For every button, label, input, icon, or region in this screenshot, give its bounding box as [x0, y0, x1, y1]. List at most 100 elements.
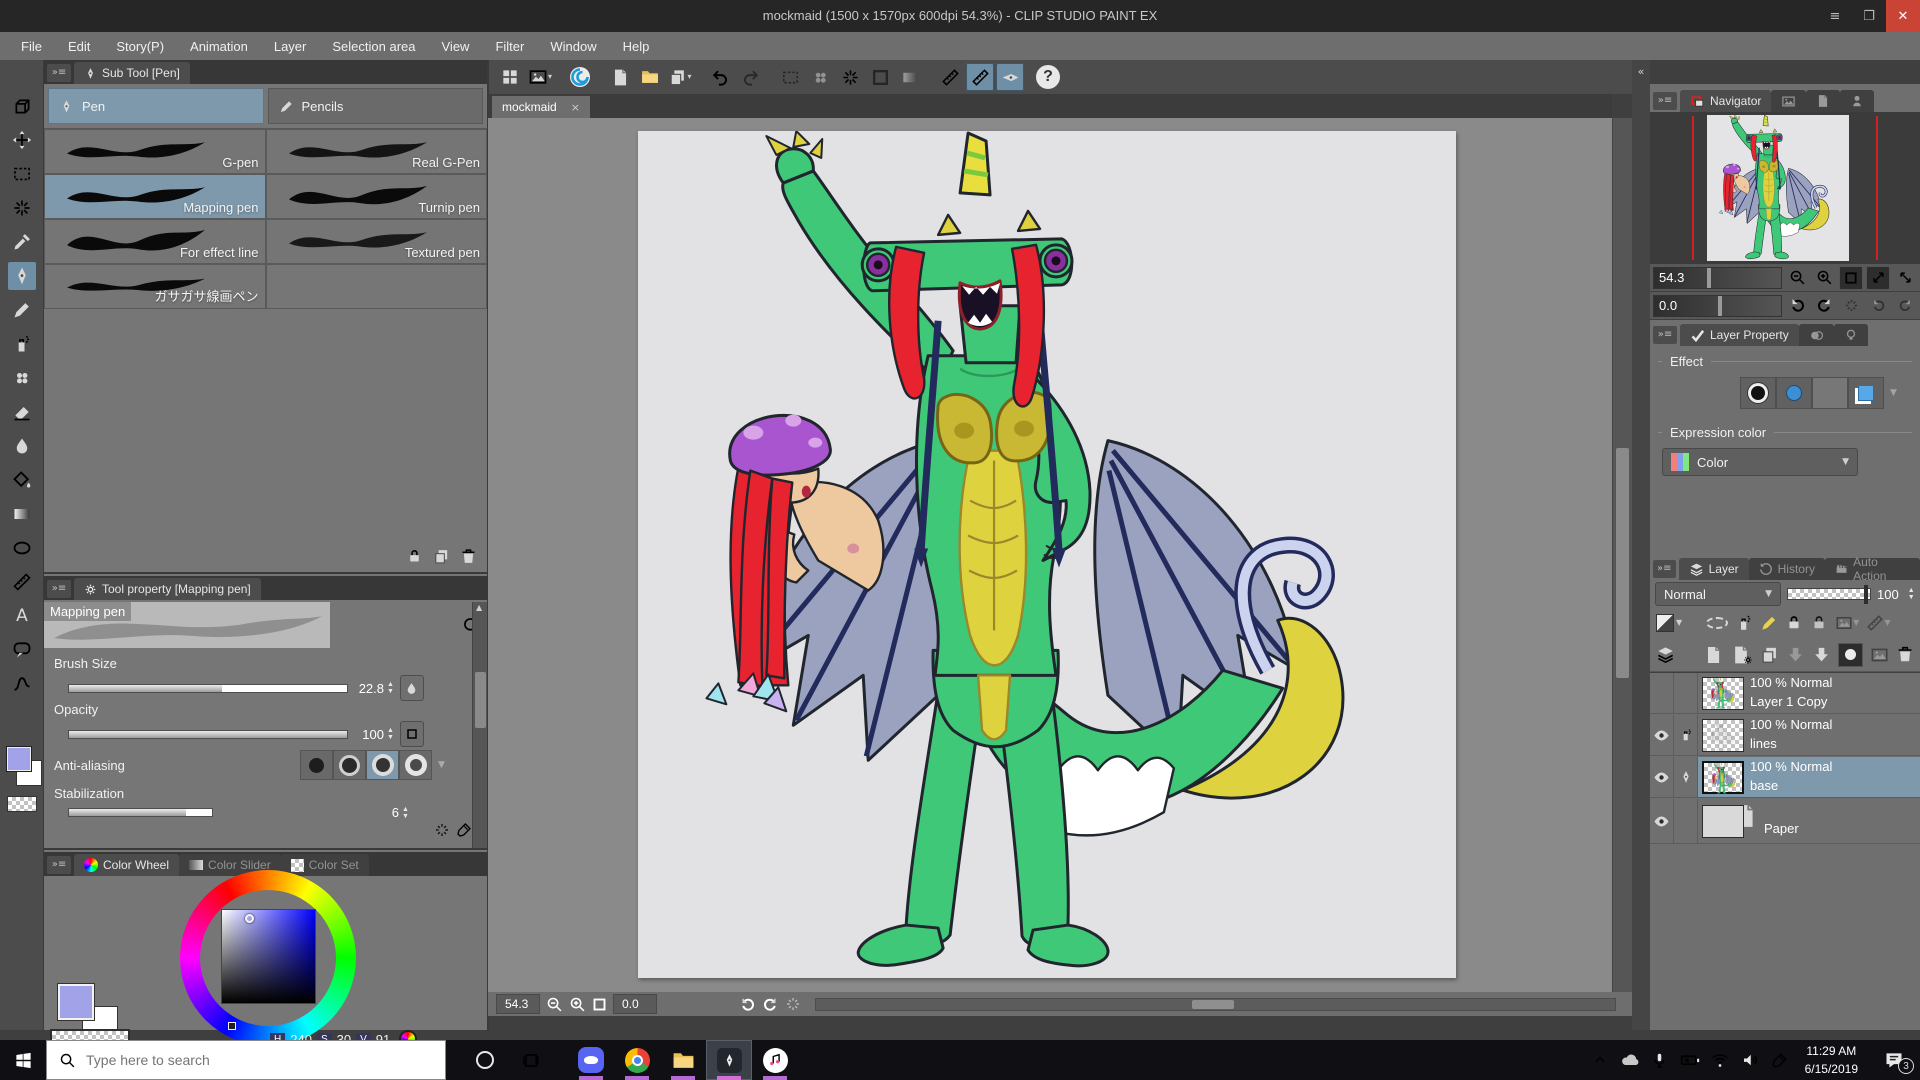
delete-layer-icon[interactable] [1896, 645, 1914, 664]
redo-icon[interactable] [736, 63, 764, 91]
operation-tool[interactable] [8, 92, 36, 120]
panel-menu-icon[interactable]: »≡ [47, 580, 71, 598]
taskbar-music-icon[interactable] [752, 1040, 798, 1080]
tab-layer[interactable]: Layer [1679, 558, 1749, 580]
visibility-cell[interactable] [1650, 757, 1674, 797]
tab-auto-action[interactable]: Auto Action [1825, 558, 1920, 580]
gradient-tool[interactable] [8, 500, 36, 528]
close-button[interactable]: ✕ [1886, 0, 1920, 32]
save-icon[interactable]: ▾ [666, 63, 694, 91]
menu-window[interactable]: Window [537, 39, 609, 54]
blend-mode-dropdown[interactable]: Normal ▼ [1655, 582, 1781, 606]
delete-subtool-icon[interactable] [460, 548, 477, 565]
visibility-cell[interactable] [1650, 715, 1674, 755]
effect-halftone-icon[interactable] [1812, 377, 1848, 409]
tray-pen-icon[interactable] [1765, 1040, 1795, 1080]
tab-tone[interactable] [1799, 324, 1834, 346]
draft-layer-icon[interactable] [1760, 614, 1778, 632]
search-input[interactable] [86, 1052, 416, 1068]
eyedropper-tool[interactable] [8, 228, 36, 256]
brush-gasagasa-pen[interactable]: ガサガサ線画ペン [44, 264, 266, 309]
lock-transparent-icon[interactable] [1810, 614, 1828, 632]
open-file-icon[interactable] [636, 63, 664, 91]
auto-select-tool[interactable] [8, 194, 36, 222]
balloon-tool[interactable] [8, 636, 36, 664]
main-color-swatch[interactable] [58, 984, 94, 1020]
clip-studio-icon[interactable] [566, 63, 594, 91]
aa-strong-button[interactable] [399, 750, 432, 780]
opacity-slider[interactable] [68, 730, 348, 739]
opacity-source-button[interactable] [400, 721, 424, 747]
panel-menu-icon[interactable]: »≡ [47, 64, 71, 82]
canvas-viewport[interactable] [488, 118, 1612, 992]
clip-to-layer-below-icon[interactable] [1706, 617, 1728, 629]
menu-filter[interactable]: Filter [482, 39, 537, 54]
tray-volume-icon[interactable] [1735, 1040, 1765, 1080]
change-palette-icon[interactable] [1656, 645, 1675, 665]
reference-layer-icon[interactable] [1735, 614, 1753, 632]
canvas-vertical-scrollbar[interactable] [1612, 118, 1632, 992]
tab-layer-property[interactable]: Layer Property [1680, 324, 1799, 346]
layer-row-base[interactable]: 100 % Normalbase [1650, 757, 1920, 798]
menu-selection-area[interactable]: Selection area [319, 39, 428, 54]
visibility-cell[interactable] [1650, 673, 1674, 713]
tab-light-table[interactable] [1834, 324, 1868, 346]
new-raster-layer-icon[interactable] [1704, 645, 1723, 665]
crop-icon[interactable] [836, 63, 864, 91]
tab-subview[interactable] [1771, 90, 1806, 112]
tray-onedrive-icon[interactable] [1615, 1040, 1645, 1080]
opacity-spinner[interactable]: ▲▼ [387, 727, 394, 741]
menu-story[interactable]: Story(P) [103, 39, 177, 54]
aa-dropdown-icon[interactable]: ▼ [438, 761, 445, 770]
navigator-preview[interactable] [1650, 112, 1920, 264]
taskbar-clock[interactable]: 11:29 AM 6/15/2019 [1795, 1042, 1868, 1078]
snap-ruler-icon[interactable] [936, 63, 964, 91]
show-all-settings-icon[interactable] [456, 822, 472, 838]
ruler-range-icon[interactable]: ▼ [1866, 614, 1890, 632]
tray-microphone-icon[interactable] [1645, 1040, 1675, 1080]
merge-down-icon[interactable] [1812, 645, 1831, 665]
pencil-tool[interactable] [8, 296, 36, 324]
fill-tool[interactable] [8, 466, 36, 494]
action-center-button[interactable]: 3 [1868, 1040, 1920, 1080]
nav-reset-all-icon[interactable] [1893, 294, 1917, 318]
enable-mask-icon[interactable]: ▼ [1835, 614, 1859, 632]
tray-chevron-icon[interactable] [1585, 1040, 1615, 1080]
blend-tool[interactable] [8, 432, 36, 460]
panel-menu-icon[interactable]: »≡ [1653, 92, 1677, 110]
taskbar-search[interactable] [46, 1040, 446, 1080]
menu-layer[interactable]: Layer [261, 39, 320, 54]
zoom-out-icon[interactable] [546, 996, 563, 1013]
expression-color-dropdown[interactable]: Color ▼ [1662, 448, 1858, 476]
rotation-value[interactable]: 0.0 [613, 994, 657, 1014]
brush-size-spinner[interactable]: ▲▼ [387, 681, 394, 695]
effect-dropdown-icon[interactable]: ▼ [1890, 389, 1897, 398]
text-tool[interactable]: A [8, 602, 36, 630]
tray-battery-icon[interactable] [1675, 1040, 1705, 1080]
brush-size-slider[interactable] [68, 684, 348, 693]
brush-size-source-button[interactable] [400, 675, 424, 701]
sv-square[interactable] [221, 909, 316, 1004]
rotate-right-icon[interactable] [762, 996, 779, 1013]
brush-for-effect-line[interactable]: For effect line [44, 219, 266, 264]
layer-opacity-spinner[interactable]: ▲▼ [1908, 587, 1915, 601]
nav-zoom-out-icon[interactable] [1785, 266, 1809, 290]
brush-turnip-pen[interactable]: Turnip pen [266, 174, 488, 219]
stabilization-spinner[interactable]: ▲▼ [402, 806, 409, 820]
nav-reset-rotate-icon[interactable] [1839, 294, 1863, 318]
aa-none-button[interactable] [300, 750, 333, 780]
effect-layer-color-icon[interactable] [1848, 377, 1884, 409]
eye-icon[interactable] [1653, 727, 1670, 744]
window-menu-button[interactable]: ≡ [1818, 0, 1852, 32]
maximize-button[interactable]: ❐ [1852, 0, 1886, 32]
main-color-swatch[interactable] [6, 746, 32, 772]
taskbar-chrome-icon[interactable] [614, 1040, 660, 1080]
menu-animation[interactable]: Animation [177, 39, 261, 54]
merge-down-disabled-icon[interactable] [1786, 645, 1805, 665]
menu-help[interactable]: Help [610, 39, 663, 54]
help-icon[interactable]: ? [1036, 65, 1060, 89]
tab-pen[interactable]: Pen [48, 88, 264, 124]
menu-edit[interactable]: Edit [55, 39, 103, 54]
tab-color-set[interactable]: Color Set [281, 854, 369, 876]
apply-mask-icon[interactable] [1870, 645, 1889, 665]
